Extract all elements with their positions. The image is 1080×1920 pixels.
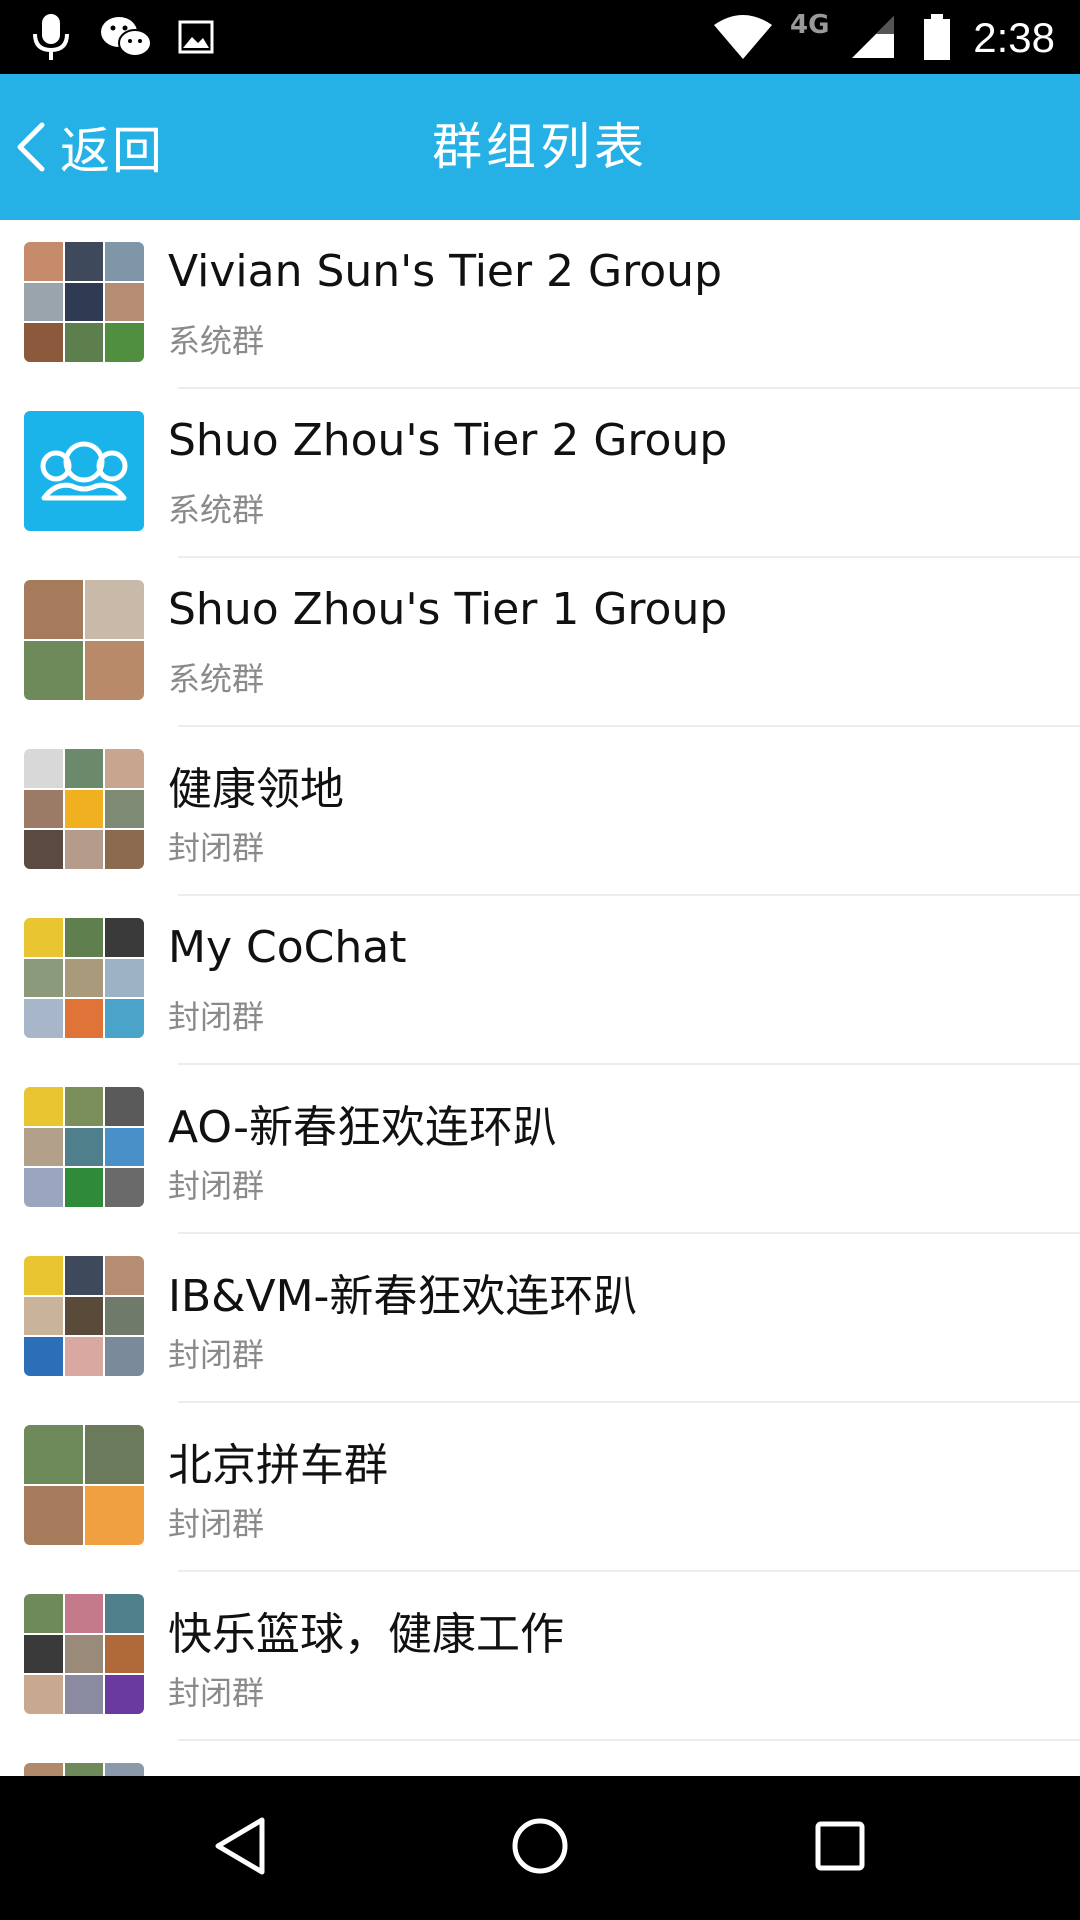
group-avatar [24,1087,144,1207]
group-list-item[interactable]: My CoChat 封闭群 [0,896,1080,1065]
group-name: My CoChat [168,922,407,973]
back-triangle-icon [212,1816,268,1880]
group-avatar [24,1256,144,1376]
back-label: 返回 [60,122,164,180]
image-icon [178,0,214,74]
group-list-item[interactable]: Vivian Sun's Tier 2 Group 系统群 [0,220,1080,389]
group-list-item[interactable]: Shuo Zhou's Tier 2 Group 系统群 [0,389,1080,558]
app-header: 返回 群组列表 [0,74,1080,220]
group-type: 系统群 [168,660,265,698]
nav-recents-button[interactable] [760,1776,920,1920]
group-default-icon [24,411,144,531]
group-type: 封闭群 [168,1674,265,1712]
group-avatar [24,411,144,531]
group-list[interactable]: Vivian Sun's Tier 2 Group 系统群 Shuo Zhou'… [0,220,1080,1776]
group-list-item[interactable]: Shuo Zhou's Tier 1 Group 系统群 [0,558,1080,727]
group-list-item[interactable]: AO-新春狂欢连环趴 封闭群 [0,1065,1080,1234]
group-list-item[interactable]: 健康领地 封闭群 [0,727,1080,896]
group-avatar [24,242,144,362]
group-avatar [24,1763,144,1776]
mic-icon [30,0,72,74]
group-type: 系统群 [168,322,265,360]
group-name: AO-新春狂欢连环趴 [168,1102,558,1153]
group-avatar [24,580,144,700]
group-type: 系统群 [168,491,265,529]
back-button[interactable]: 返回 [12,74,164,220]
group-avatar [24,1425,144,1545]
group-name: 健康领地 [168,764,344,815]
group-type: 封闭群 [168,1505,265,1543]
group-list-item[interactable]: 北京拼车群 封闭群 [0,1403,1080,1572]
group-avatar [24,749,144,869]
group-avatar [24,918,144,1038]
group-list-item-partial[interactable] [0,1741,1080,1776]
group-name: Shuo Zhou's Tier 1 Group [168,584,728,635]
recents-square-icon [814,1820,866,1876]
group-type: 封闭群 [168,829,265,867]
nav-home-button[interactable] [460,1776,620,1920]
nav-bar [0,1776,1080,1920]
network-type: 4G [790,10,830,40]
home-circle-icon [511,1817,569,1879]
wechat-icon [100,0,152,74]
wifi-icon [712,0,774,74]
group-type: 封闭群 [168,998,265,1036]
status-bar: 4G 2:38 [0,0,1080,74]
group-type: 封闭群 [168,1167,265,1205]
group-name: 快乐篮球，健康工作 [168,1609,564,1660]
chevron-left-icon [12,117,52,177]
signal-icon [850,0,896,74]
group-avatar [24,1594,144,1714]
nav-back-button[interactable] [160,1776,320,1920]
group-name: 北京拼车群 [168,1440,388,1491]
group-name: Vivian Sun's Tier 2 Group [168,246,722,297]
status-time: 2:38 [973,14,1055,61]
group-name: IB&VM-新春狂欢连环趴 [168,1271,638,1322]
app-root: 4G 2:38 返回 群组列表 Vivian Sun's Tier 2 Grou… [0,0,1080,1920]
group-type: 封闭群 [168,1336,265,1374]
group-list-item[interactable]: IB&VM-新春狂欢连环趴 封闭群 [0,1234,1080,1403]
battery-icon [922,0,952,74]
group-name: Shuo Zhou's Tier 2 Group [168,415,728,466]
group-list-item[interactable]: 快乐篮球，健康工作 封闭群 [0,1572,1080,1741]
